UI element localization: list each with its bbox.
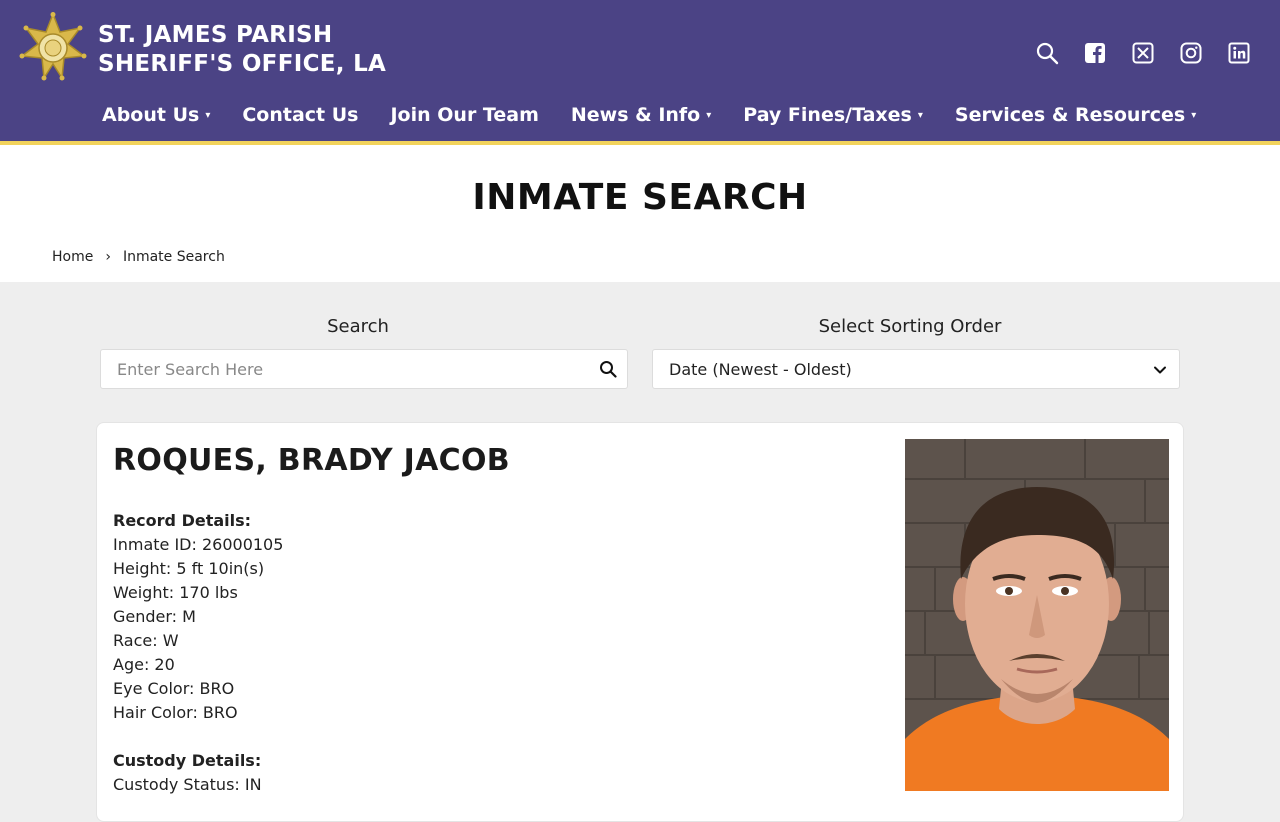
site-title-line1: ST. JAMES PARISH: [98, 22, 333, 48]
custody-detail-line: Custody Status: IN: [113, 775, 262, 794]
site-brand[interactable]: ST. JAMES PARISH SHERIFF'S OFFICE, LA: [18, 12, 386, 88]
record-detail-line: Race: W: [113, 631, 179, 650]
record-details-heading: Record Details:: [113, 511, 252, 530]
nav-item-label: Services & Resources: [954, 104, 1186, 126]
inmate-photo: [905, 439, 1169, 791]
breadcrumb: Home › Inmate Search: [52, 249, 225, 265]
record-detail-line: Gender: M: [113, 607, 196, 626]
breadcrumb-home-link[interactable]: Home: [52, 249, 93, 265]
record-detail-line: Weight: 170 lbs: [113, 583, 238, 602]
nav-item-label: News & Info: [570, 104, 701, 126]
header-icons: [1012, 40, 1252, 66]
inmate-details: Record Details: Inmate ID: 26000105 Heig…: [113, 509, 283, 797]
instagram-icon[interactable]: [1178, 40, 1204, 66]
record-detail-line: Eye Color: BRO: [113, 679, 235, 698]
facebook-icon[interactable]: [1082, 40, 1108, 66]
inmate-name: ROQUES, BRADY JACOB: [113, 443, 510, 478]
linkedin-icon[interactable]: [1226, 40, 1252, 66]
record-detail-line: Height: 5 ft 10in(s): [113, 559, 265, 578]
custody-details-heading: Custody Details:: [113, 751, 262, 770]
caret-down-icon: ▾: [1191, 109, 1197, 121]
caret-down-icon: ▾: [205, 109, 211, 121]
search-icon[interactable]: [1034, 40, 1060, 66]
search-icon[interactable]: [599, 360, 617, 382]
record-detail-line: Age: 20: [113, 655, 175, 674]
nav-item-about-us[interactable]: About Us ▾: [102, 104, 210, 126]
nav-item-label: Join Our Team: [390, 104, 539, 126]
search-field: [100, 349, 628, 389]
nav-item-services-resources[interactable]: Services & Resources ▾: [955, 104, 1196, 126]
sort-order-select[interactable]: Date (Newest - Oldest): [652, 349, 1180, 389]
x-icon[interactable]: [1130, 40, 1156, 66]
sheriff-star-badge-logo: [19, 12, 87, 81]
record-detail-line: Hair Color: BRO: [113, 703, 238, 722]
site-title-line2: SHERIFF'S OFFICE, LA: [98, 51, 387, 77]
page-title: INMATE SEARCH: [472, 177, 808, 218]
record-detail-line: Inmate ID: 26000105: [113, 535, 284, 554]
caret-down-icon: ▾: [917, 109, 923, 121]
site-title: ST. JAMES PARISH SHERIFF'S OFFICE, LA: [98, 21, 386, 79]
caret-down-icon: ▾: [706, 109, 712, 121]
site-header: ST. JAMES PARISH SHERIFF'S OFFICE, LA Ab…: [0, 0, 1280, 141]
search-section: Search Select Sorting Order Date (Newest…: [0, 282, 1280, 822]
sort-label: Select Sorting Order: [818, 316, 1002, 337]
breadcrumb-separator-icon: ›: [105, 249, 111, 265]
page-title-area: INMATE SEARCH Home › Inmate Search: [0, 145, 1280, 282]
nav-item-label: Contact Us: [242, 104, 359, 126]
nav-item-pay-fines-taxes[interactable]: Pay Fines/Taxes ▾: [743, 104, 923, 126]
nav-item-join-our-team[interactable]: Join Our Team: [390, 104, 538, 126]
main-nav: About Us ▾ Contact Us Join Our Team News…: [102, 104, 1228, 126]
inmate-card: ROQUES, BRADY JACOB Record Details: Inma…: [96, 422, 1184, 822]
chevron-down-icon: [1153, 362, 1167, 381]
breadcrumb-current: Inmate Search: [122, 249, 225, 265]
nav-item-contact-us[interactable]: Contact Us: [242, 104, 358, 126]
sort-order-value: Date (Newest - Oldest): [669, 360, 852, 379]
nav-item-label: About Us: [102, 104, 200, 126]
nav-item-news-info[interactable]: News & Info ▾: [571, 104, 711, 126]
nav-item-label: Pay Fines/Taxes: [743, 104, 912, 126]
search-label: Search: [327, 316, 389, 337]
search-input[interactable]: [101, 350, 571, 388]
